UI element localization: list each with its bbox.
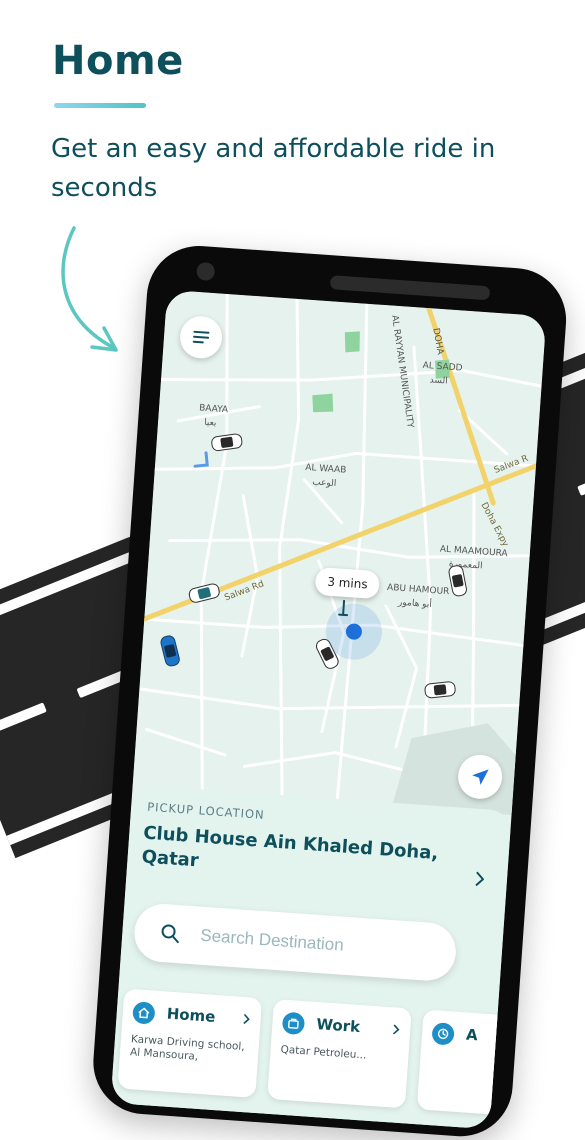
app-screen: AL SADD السد BAAYA بعيا AL WAAB الوعب AL… [110, 289, 547, 1130]
favorite-home-card[interactable]: Home Karwa Driving school, Al Mansoura, [117, 988, 263, 1098]
phone-speaker [329, 275, 491, 301]
search-destination-input[interactable]: Search Destination [132, 902, 458, 983]
car-icon [424, 681, 456, 699]
favorite-places-row: Home Karwa Driving school, Al Mansoura, … [117, 988, 547, 1119]
curved-arrow-icon [61, 226, 118, 352]
search-placeholder: Search Destination [199, 925, 345, 955]
favorite-recent-card[interactable]: A [416, 1009, 547, 1119]
favorite-address: Qatar Petroleu... [280, 1043, 367, 1062]
map-label-baaya-ar: بعيا [204, 418, 217, 429]
map-view[interactable]: AL SADD السد BAAYA بعيا AL WAAB الوعب AL… [132, 289, 547, 816]
pickup-location-label: PICKUP LOCATION [146, 799, 266, 822]
phone-mockup: AL SADD السد BAAYA بعيا AL WAAB الوعب AL… [89, 242, 570, 1140]
briefcase-icon [281, 1011, 306, 1036]
title-underline [54, 103, 146, 108]
page-title: Home [52, 38, 184, 84]
magnifier-icon [161, 924, 179, 944]
hamburger-menu-icon [192, 330, 210, 344]
favorite-work-card[interactable]: Work Qatar Petroleu... [267, 998, 412, 1109]
map-label-al-sadd-ar: السد [429, 375, 448, 386]
clock-icon [431, 1022, 455, 1046]
page-subtitle: Get an easy and affordable ride in secon… [51, 134, 496, 203]
house-icon [132, 1001, 156, 1025]
favorite-title: Home [166, 1004, 217, 1026]
favorite-address: Karwa Driving school, Al Mansoura, [129, 1033, 246, 1063]
phone-camera [196, 261, 216, 282]
map-label-baaya: BAAYA [199, 403, 229, 415]
pickup-address[interactable]: Club House Ain Khaled Doha, Qatar [141, 821, 444, 890]
chevron-right-icon[interactable] [474, 871, 485, 888]
eta-bubble: 3 mins [314, 566, 381, 600]
favorite-title: A [465, 1025, 479, 1045]
map-label-al-waab-ar: الوعب [312, 477, 337, 489]
pickup-panel: PICKUP LOCATION Club House Ain Khaled Do… [110, 784, 547, 1130]
chevron-right-icon [393, 1024, 400, 1035]
chevron-right-icon [243, 1014, 250, 1024]
favorite-title: Work [315, 1015, 361, 1037]
navigation-arrow-icon [472, 769, 489, 785]
